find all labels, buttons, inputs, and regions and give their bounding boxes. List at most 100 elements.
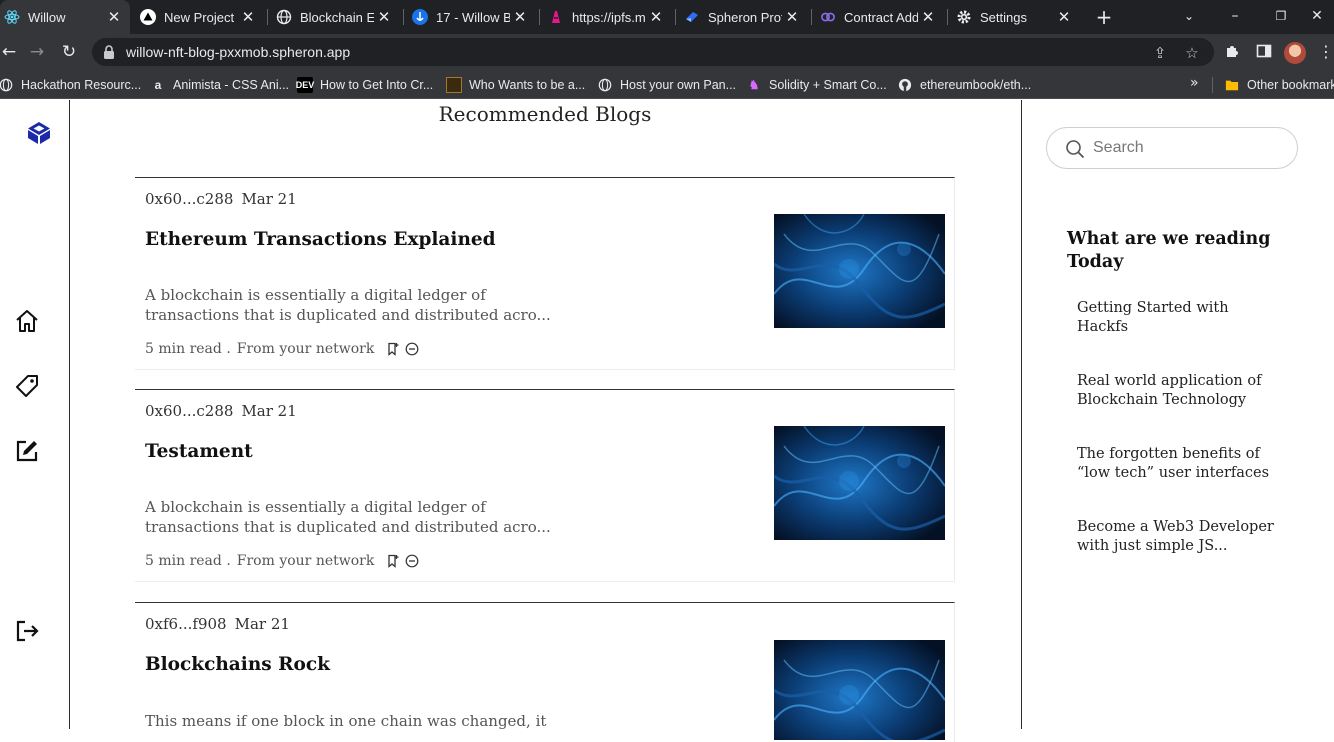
- bookmark-add-icon[interactable]: [386, 342, 400, 356]
- folder-icon: [1224, 77, 1240, 93]
- post-title[interactable]: Blockchains Rock: [145, 654, 330, 675]
- tab-title: https://ipfs.m: [572, 9, 646, 25]
- close-tab-icon[interactable]: ✕: [374, 8, 394, 26]
- restore-button[interactable]: ❐: [1258, 0, 1304, 34]
- tab-title: Contract Add: [844, 9, 918, 25]
- blog-card[interactable]: 0x60...c288 Mar 21 Testament A blockchain…: [135, 389, 955, 582]
- post-source: From your network: [236, 553, 375, 569]
- anchor-icon: [412, 9, 428, 25]
- browser-toolbar: ← → ↻ willow-nft-blog-pxxmob.spheron.app…: [0, 34, 1334, 70]
- tab-settings[interactable]: Settings ✕: [952, 0, 1080, 34]
- post-author[interactable]: 0xf6...f908: [145, 615, 227, 633]
- bookmark-label: How to Get Into Cr...: [320, 77, 434, 92]
- bookmark-label: Who Wants to be a...: [469, 77, 586, 92]
- bookmark-add-icon[interactable]: [386, 554, 400, 568]
- close-tab-icon[interactable]: ✕: [918, 8, 938, 26]
- minimize-button[interactable]: –: [1212, 0, 1258, 34]
- logout-icon[interactable]: [14, 618, 40, 644]
- tab-title: New Project -: [164, 9, 238, 25]
- hide-icon[interactable]: [405, 554, 419, 568]
- post-author[interactable]: 0x60...c288: [145, 402, 233, 420]
- search-input[interactable]: [1093, 136, 1283, 160]
- bookmark-label: Other bookmark: [1247, 77, 1334, 92]
- bookmark-ethereumbook[interactable]: ethereumbook/eth...: [897, 76, 1031, 93]
- reading-list-item[interactable]: Getting Started with Hackfs: [1077, 299, 1277, 337]
- tab-contract-address[interactable]: Contract Add ✕: [816, 0, 944, 34]
- bookmark-host-pan[interactable]: Host your own Pan...: [597, 76, 736, 93]
- bookmark-hackathon[interactable]: Hackathon Resourc...: [0, 76, 141, 93]
- bookmark-label: Solidity + Smart Co...: [769, 77, 887, 92]
- tab-ipfs[interactable]: https://ipfs.m ✕: [544, 0, 672, 34]
- kebab-menu-icon[interactable]: ⋮: [1318, 42, 1334, 61]
- post-excerpt: A blockchain is essentially a digital le…: [145, 286, 551, 324]
- close-window-button[interactable]: ✕: [1300, 0, 1334, 34]
- reading-list-item[interactable]: Real world application of Blockchain Tec…: [1077, 372, 1277, 410]
- bookmark-dev[interactable]: DEV How to Get Into Cr...: [296, 76, 434, 93]
- close-tab-icon[interactable]: ✕: [646, 8, 666, 26]
- post-date: Mar 21: [234, 615, 290, 633]
- post-title[interactable]: Ethereum Transactions Explained: [145, 229, 496, 250]
- close-tab-icon[interactable]: ✕: [104, 8, 124, 26]
- close-tab-icon[interactable]: ✕: [238, 8, 258, 26]
- post-thumbnail[interactable]: [774, 214, 945, 328]
- triangle-icon: [140, 9, 156, 25]
- bookmark-label: Hackathon Resourc...: [21, 77, 142, 92]
- post-author[interactable]: 0x60...c288: [145, 190, 233, 208]
- bookmark-star-icon[interactable]: ☆: [1183, 44, 1201, 62]
- tab-separator: [675, 9, 676, 25]
- side-panel-icon[interactable]: [1255, 43, 1273, 61]
- reading-list-item[interactable]: The forgotten benefits of “low tech” use…: [1077, 445, 1277, 483]
- reading-list-item[interactable]: Become a Web3 Developer with just simple…: [1077, 518, 1277, 556]
- bookmark-who-wants[interactable]: Who Wants to be a...: [446, 76, 585, 93]
- forward-button[interactable]: →: [24, 39, 50, 65]
- tab-title: Blockchain Ex: [300, 9, 374, 25]
- hide-icon[interactable]: [405, 342, 419, 356]
- tab-search-chevron-icon[interactable]: ⌄: [1166, 0, 1212, 34]
- bookmark-label: Host your own Pan...: [620, 77, 737, 92]
- close-tab-icon[interactable]: ✕: [782, 8, 802, 26]
- unicorn-icon: ♞: [748, 77, 760, 92]
- tag-icon[interactable]: [14, 373, 40, 399]
- github-icon: [897, 77, 913, 93]
- post-meta: 0xf6...f908 Mar 21: [145, 615, 298, 633]
- blog-card[interactable]: 0x60...c288 Mar 21 Ethereum Transactions …: [135, 177, 955, 370]
- other-bookmarks[interactable]: Other bookmark: [1224, 76, 1334, 93]
- post-thumbnail[interactable]: [774, 426, 945, 540]
- tab-new-project[interactable]: New Project - ✕: [136, 0, 264, 34]
- tab-willow-issue[interactable]: 17 - Willow B ✕: [408, 0, 536, 34]
- post-thumbnail[interactable]: [774, 640, 945, 740]
- web-page: Recommended Blogs 0x60...c288 Mar 21 Ethe…: [0, 100, 1334, 742]
- address-bar[interactable]: willow-nft-blog-pxxmob.spheron.app ⇪ ☆: [92, 38, 1214, 66]
- logo-icon[interactable]: [26, 120, 52, 146]
- bookmarks-bar: Hackathon Resourc... a Animista - CSS An…: [0, 70, 1334, 99]
- post-footer: 5 min read . From your network: [145, 341, 419, 357]
- share-icon[interactable]: ⇪: [1151, 44, 1169, 62]
- search-box[interactable]: [1046, 127, 1298, 169]
- blog-card[interactable]: 0xf6...f908 Mar 21 Blockchains Rock This …: [135, 602, 955, 742]
- profile-avatar[interactable]: [1284, 42, 1306, 64]
- home-icon[interactable]: [14, 308, 40, 334]
- back-button[interactable]: ←: [0, 39, 22, 65]
- close-tab-icon[interactable]: ✕: [510, 8, 530, 26]
- post-excerpt: This means if one block in one chain was…: [145, 712, 547, 730]
- bookmark-solidity[interactable]: ♞ Solidity + Smart Co...: [746, 76, 887, 93]
- tab-separator: [539, 9, 540, 25]
- tab-separator: [947, 9, 948, 25]
- globe-icon: [0, 77, 14, 93]
- close-tab-icon[interactable]: ✕: [1054, 8, 1074, 26]
- tab-spheron[interactable]: Spheron Prot ✕: [680, 0, 808, 34]
- more-bookmarks-chevron-icon[interactable]: »: [1190, 75, 1199, 91]
- post-source: From your network: [236, 341, 375, 357]
- browser-tab-strip: Willow ✕ New Project - ✕ Blockchain Ex ✕…: [0, 0, 1334, 34]
- tab-willow[interactable]: Willow ✕: [0, 0, 130, 34]
- page-title: Recommended Blogs: [438, 102, 652, 126]
- lock-icon[interactable]: [102, 44, 116, 60]
- extensions-puzzle-icon[interactable]: [1223, 43, 1241, 61]
- bookmark-animista[interactable]: a Animista - CSS Ani...: [150, 76, 289, 93]
- globe-icon: [276, 9, 292, 25]
- reload-button[interactable]: ↻: [56, 39, 82, 65]
- new-tab-button[interactable]: +: [1093, 6, 1115, 28]
- post-title[interactable]: Testament: [145, 441, 253, 462]
- tab-blockchain-explained[interactable]: Blockchain Ex ✕: [272, 0, 400, 34]
- edit-icon[interactable]: [14, 438, 40, 464]
